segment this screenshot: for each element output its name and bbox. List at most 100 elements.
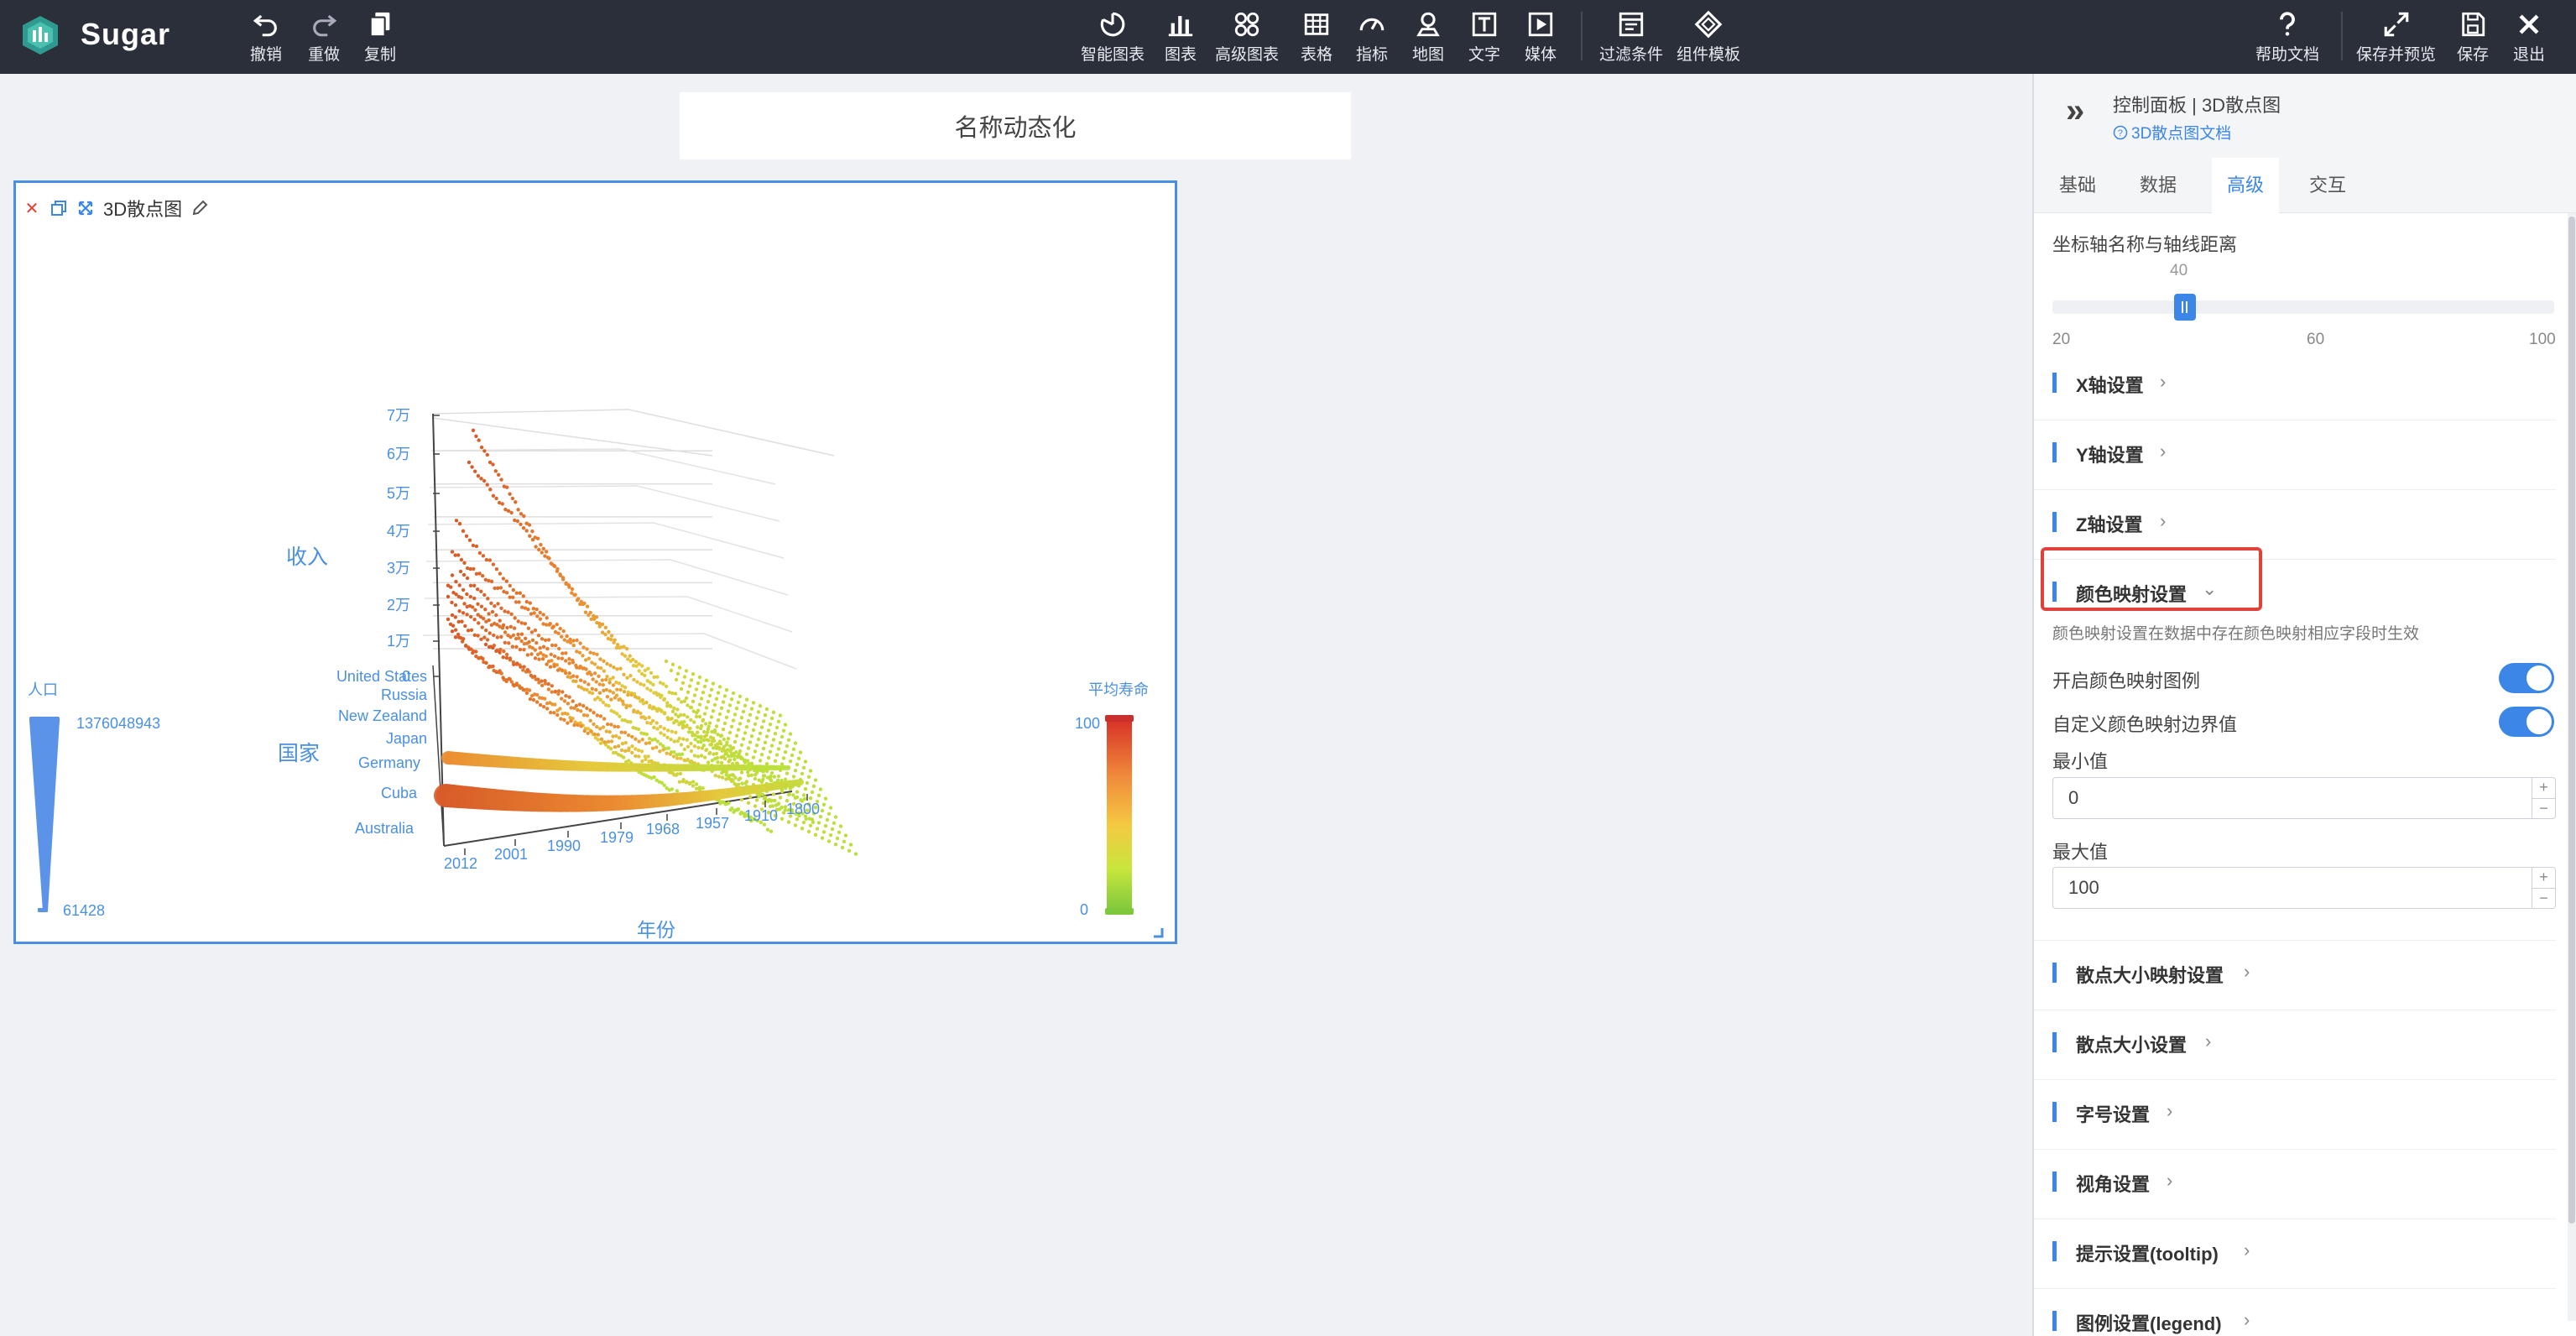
section-point-size-mapping[interactable]: 散点大小映射设置 ›: [2034, 941, 2556, 1010]
scatter-point: [634, 660, 639, 664]
scatter-point: [488, 664, 492, 669]
table-button[interactable]: 表格: [1301, 10, 1332, 65]
scatter-point: [672, 750, 676, 754]
scatter-point: [825, 817, 830, 822]
collapse-panel-icon[interactable]: »: [2066, 94, 2099, 129]
scatter-point: [528, 534, 532, 538]
save-preview-button[interactable]: 保存并预览: [2356, 10, 2436, 65]
scatter-point: [832, 821, 837, 825]
panel-scrollbar[interactable]: [2568, 213, 2576, 1321]
scatter-point: [763, 740, 768, 744]
min-value-input[interactable]: +−: [2052, 777, 2556, 819]
scatter-point: [753, 776, 758, 781]
media-icon: [1528, 12, 1553, 37]
scatter-point: [816, 793, 821, 797]
increment-icon[interactable]: +: [2532, 868, 2555, 888]
scatter-point: [522, 514, 526, 519]
dashboard-title[interactable]: 名称动态化: [680, 92, 1351, 159]
scatter-point: [511, 587, 515, 592]
scatter-point: [786, 792, 791, 797]
color-legend-handle-top[interactable]: [1105, 715, 1134, 722]
media-button[interactable]: 媒体: [1525, 10, 1557, 65]
scatter-point: [647, 715, 651, 720]
decrement-icon[interactable]: −: [2532, 887, 2555, 909]
tab-basic[interactable]: 基础: [2044, 158, 2111, 213]
scatter-point: [498, 650, 502, 655]
template-button[interactable]: 组件模板: [1676, 10, 1740, 65]
exit-button[interactable]: 退出: [2513, 10, 2545, 65]
section-x-axis[interactable]: X轴设置 ›: [2034, 351, 2556, 420]
scatter-point: [662, 712, 667, 716]
scatter-point: [597, 674, 601, 678]
min-value-field[interactable]: [2053, 778, 2523, 818]
section-y-axis[interactable]: Y轴设置 ›: [2034, 420, 2556, 490]
map-label: 地图: [1412, 46, 1445, 64]
filter-button[interactable]: 过滤条件: [1599, 10, 1663, 65]
scatter-point: [482, 592, 487, 598]
axis-distance-slider[interactable]: [2052, 294, 2554, 321]
max-value-input[interactable]: +−: [2052, 867, 2556, 909]
scatter-point: [733, 739, 738, 744]
min-value-stepper[interactable]: + −: [2532, 778, 2555, 818]
section-font-size[interactable]: 字号设置 ›: [2034, 1080, 2556, 1150]
custom-bounds-toggle[interactable]: [2499, 707, 2554, 737]
doc-link[interactable]: ? 3D散点图文档: [2113, 121, 2231, 144]
scatter-point: [531, 697, 536, 702]
chart-component[interactable]: ✕ 3D散点图 0 1万 2万 3万 4万 5万 6万 7万 United States Russ…: [13, 180, 1177, 944]
section-tooltip[interactable]: 提示设置(tooltip) ›: [2034, 1219, 2556, 1289]
section-view-angle[interactable]: 视角设置 ›: [2034, 1150, 2556, 1219]
size-legend[interactable]: 人口 1376048943 61428: [28, 681, 160, 919]
smart-chart-button[interactable]: 智能图表: [1081, 10, 1145, 65]
tab-interaction[interactable]: 交互: [2294, 158, 2361, 213]
map-button[interactable]: 地图: [1412, 10, 1444, 65]
scatter-point: [707, 750, 712, 755]
scatter-point: [729, 752, 734, 756]
decrement-icon[interactable]: −: [2532, 797, 2555, 819]
help-button[interactable]: 帮助文档: [2255, 10, 2319, 65]
scatter-point: [503, 630, 508, 634]
scatter-point: [561, 629, 566, 634]
scatter-point: [699, 697, 704, 701]
slider-thumb[interactable]: [2174, 294, 2196, 321]
scatter-point: [571, 674, 576, 678]
undo-button[interactable]: 撤销: [250, 10, 282, 65]
max-value-stepper[interactable]: + −: [2532, 868, 2555, 908]
color-legend[interactable]: 平均寿命 100 0: [1075, 681, 1149, 918]
scatter-point: [748, 712, 753, 717]
section-marker: [2052, 442, 2057, 462]
redo-button[interactable]: 重做: [308, 10, 340, 65]
increment-icon[interactable]: +: [2532, 778, 2555, 798]
scatter-point: [594, 680, 598, 684]
copy-button[interactable]: 复制: [364, 10, 396, 65]
chart-button[interactable]: 图表: [1165, 10, 1197, 65]
color-legend-handle-bottom[interactable]: [1105, 908, 1134, 915]
enable-legend-toggle[interactable]: [2499, 663, 2554, 693]
scatter-point: [453, 628, 458, 632]
scatter-point: [676, 697, 681, 702]
save-button[interactable]: 保存: [2457, 10, 2489, 65]
scatter-point: [595, 713, 599, 718]
scatter-point: [666, 718, 670, 722]
scatter-point: [517, 636, 521, 640]
template-icon: [1694, 10, 1723, 39]
tab-data[interactable]: 数据: [2125, 158, 2192, 213]
resize-handle-icon[interactable]: [1154, 928, 1164, 938]
scatter-point: [697, 675, 702, 680]
scatter-point: [654, 745, 659, 749]
scatter-point: [581, 654, 585, 658]
gauge-button[interactable]: 指标: [1356, 10, 1388, 65]
max-value-field[interactable]: [2053, 868, 2523, 908]
section-point-size[interactable]: 散点大小设置 ›: [2034, 1010, 2556, 1080]
scatter-point: [697, 714, 702, 719]
advanced-chart-button[interactable]: 高级图表: [1215, 10, 1279, 65]
scrollbar-thumb[interactable]: [2568, 217, 2575, 1224]
scatter-point: [681, 737, 686, 741]
tab-advanced[interactable]: 高级: [2212, 158, 2280, 213]
section-legend[interactable]: 图例设置(legend) ›: [2034, 1289, 2556, 1336]
section-title: Z轴设置: [2076, 514, 2143, 535]
bar-chart-icon: [1168, 16, 1193, 37]
size-legend-handle-bottom[interactable]: [38, 908, 48, 912]
scatter3d-chart[interactable]: 0 1万 2万 3万 4万 5万 6万 7万 United StatesRussia New Ze…: [16, 183, 1175, 942]
size-legend-handle-top[interactable]: [29, 717, 60, 723]
text-button[interactable]: 文字: [1468, 10, 1500, 65]
